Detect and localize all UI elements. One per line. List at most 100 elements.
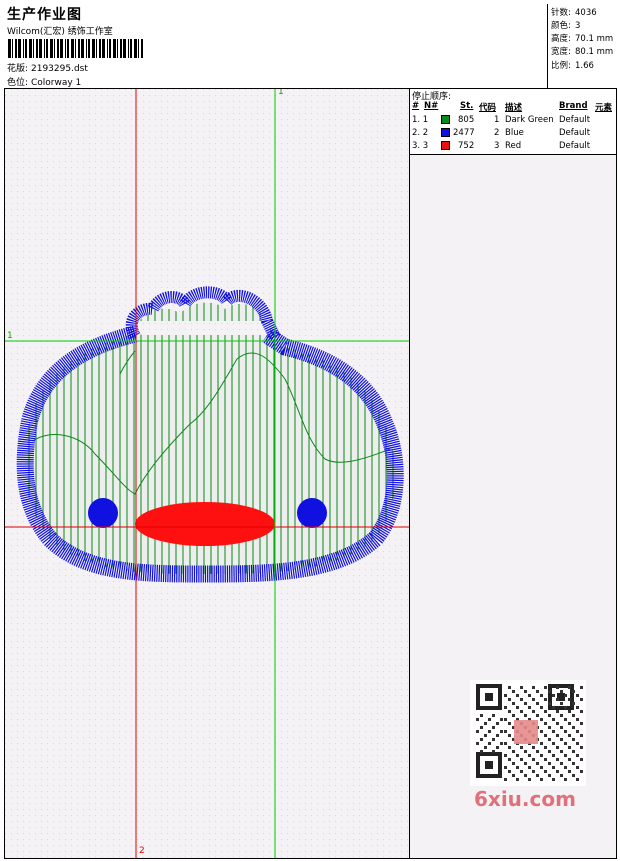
embroidery-design bbox=[5, 89, 409, 858]
col-header-brand: Brand bbox=[559, 101, 588, 111]
barcode-bar bbox=[86, 39, 87, 58]
barcode-bar bbox=[54, 39, 55, 58]
row-description: Dark Green bbox=[505, 115, 554, 125]
stat-value: 80.1 mm bbox=[575, 47, 614, 57]
barcode-bar bbox=[117, 39, 118, 58]
barcode-bar bbox=[81, 39, 84, 58]
right-eye bbox=[297, 498, 327, 528]
barcode-bar bbox=[18, 39, 21, 58]
table-row: 1. 1 805 1 Dark Green Default bbox=[410, 115, 616, 127]
col-header-description: 描述 bbox=[505, 103, 523, 113]
barcode-bar bbox=[15, 39, 17, 58]
barcode-bar bbox=[25, 39, 27, 58]
row-stitches: 2477 bbox=[453, 128, 475, 138]
stop-sequence-table: 停止顺序: # N# St. 代码 描述 Brand 元素 1. 1 805 1… bbox=[410, 89, 616, 155]
barcode-bar bbox=[138, 39, 139, 58]
barcode-bar bbox=[113, 39, 116, 58]
stat-label: 高度: bbox=[551, 34, 571, 44]
row-code: 1 bbox=[494, 115, 500, 125]
qr-code bbox=[470, 680, 586, 786]
design-canvas: 1 1 2 bbox=[5, 89, 409, 858]
barcode-bar bbox=[96, 39, 97, 58]
colorway-line: 色位: Colorway 1 bbox=[7, 75, 81, 88]
barcode-bar bbox=[128, 39, 129, 58]
design-file-line: 花版: 2193295.dst bbox=[7, 61, 88, 74]
barcode-bar bbox=[29, 39, 32, 58]
barcode-bar bbox=[88, 39, 90, 58]
color-swatch bbox=[441, 141, 450, 150]
watermark-logo: 6xiu.com bbox=[474, 787, 576, 811]
col-header-stitches: St. bbox=[460, 101, 474, 111]
barcode-bar bbox=[107, 39, 108, 58]
stats-box: 针数: 4036 颜色: 3 高度: 70.1 mm 宽度: 80.1 mm 比例: 1.… bbox=[547, 4, 617, 88]
barcode-bar bbox=[50, 39, 53, 58]
row-stitches: 752 bbox=[458, 141, 475, 151]
axis-label-v-top: 1 bbox=[278, 89, 284, 97]
row-stitches: 805 bbox=[458, 115, 475, 125]
row-code: 2 bbox=[494, 128, 500, 138]
stat-label: 针数: bbox=[551, 8, 571, 18]
stat-label: 比例: bbox=[551, 61, 571, 71]
col-header-needle: N# bbox=[424, 101, 439, 111]
barcode-bar bbox=[120, 39, 122, 58]
stat-stitches: 针数: 4036 bbox=[551, 6, 597, 18]
table-row: 2. 2 2477 2 Blue Default bbox=[410, 128, 616, 140]
barcode-bar bbox=[109, 39, 111, 58]
axis-label-h-top: 1 bbox=[7, 331, 13, 341]
stat-scale: 比例: 1.66 bbox=[551, 59, 594, 71]
stat-value: 1.66 bbox=[575, 61, 594, 71]
colorway-label: 色位: bbox=[7, 78, 29, 88]
row-description: Blue bbox=[505, 128, 524, 138]
row-index: 1. 1 bbox=[412, 115, 429, 125]
barcode-bar bbox=[60, 39, 63, 58]
header-info: 生产作业图 Wilcom(汇宏) 绣饰工作室 花版: 2193295.dst 色位… bbox=[4, 4, 547, 88]
barcode-bar bbox=[39, 39, 42, 58]
barcode-bar bbox=[23, 39, 24, 58]
barcode-bar bbox=[67, 39, 69, 58]
stat-height: 高度: 70.1 mm bbox=[551, 32, 613, 44]
col-header-code: 代码 bbox=[479, 103, 497, 113]
barcode-bar bbox=[65, 39, 66, 58]
company-name: Wilcom(汇宏) 绣饰工作室 bbox=[7, 27, 113, 37]
stat-value: 4036 bbox=[575, 8, 597, 18]
row-index: 2. 2 bbox=[412, 128, 429, 138]
row-brand: Default bbox=[559, 128, 591, 138]
barcode-bar bbox=[8, 39, 11, 58]
barcode bbox=[8, 39, 144, 58]
barcode-bar bbox=[46, 39, 48, 58]
barcode-bar bbox=[92, 39, 95, 58]
table-row: 3. 3 752 3 Red Default bbox=[410, 141, 616, 153]
row-description: Red bbox=[505, 141, 522, 151]
color-swatch bbox=[441, 128, 450, 137]
row-brand: Default bbox=[559, 115, 591, 125]
design-file-label: 花版: bbox=[7, 64, 29, 74]
axis-label-v-bottom: 2 bbox=[139, 846, 145, 856]
barcode-bar bbox=[134, 39, 137, 58]
barcode-bar bbox=[33, 39, 34, 58]
row-index: 3. 3 bbox=[412, 141, 429, 151]
barcode-bar bbox=[130, 39, 132, 58]
barcode-bar bbox=[57, 39, 59, 58]
stat-label: 颜色: bbox=[551, 21, 571, 31]
qr-code-graphic bbox=[476, 684, 583, 781]
col-header-element: 元素 bbox=[595, 103, 613, 113]
barcode-bar bbox=[71, 39, 74, 58]
barcode-bar bbox=[75, 39, 76, 58]
barcode-bar bbox=[123, 39, 126, 58]
design-file: 2193295.dst bbox=[31, 64, 88, 74]
barcode-bar bbox=[78, 39, 80, 58]
page-title: 生产作业图 bbox=[7, 7, 82, 23]
row-code: 3 bbox=[494, 141, 500, 151]
stat-label: 宽度: bbox=[551, 47, 571, 57]
stat-value: 3 bbox=[575, 21, 581, 31]
row-brand: Default bbox=[559, 141, 591, 151]
barcode-bar bbox=[141, 39, 143, 58]
header: 生产作业图 Wilcom(汇宏) 绣饰工作室 花版: 2193295.dst 色位… bbox=[4, 4, 617, 89]
colorway: Colorway 1 bbox=[31, 78, 82, 88]
stat-value: 70.1 mm bbox=[575, 34, 614, 44]
color-swatch bbox=[441, 115, 450, 124]
stat-width: 宽度: 80.1 mm bbox=[551, 45, 613, 57]
barcode-bar bbox=[12, 39, 13, 58]
barcode-bar bbox=[102, 39, 105, 58]
barcode-bar bbox=[44, 39, 45, 58]
